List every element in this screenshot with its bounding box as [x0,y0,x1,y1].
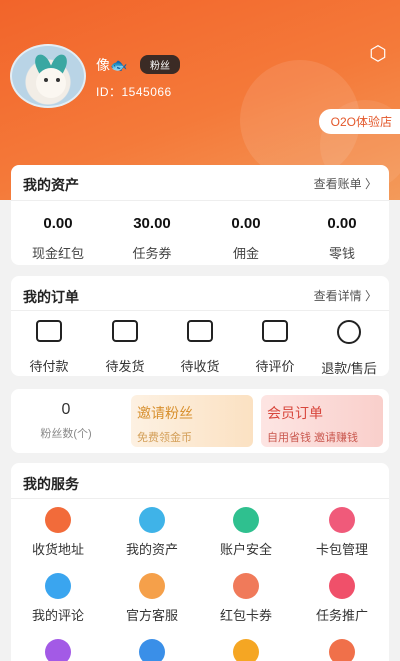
assets-card: 我的资产 查看账单 〉 0.00 现金红包 30.00 任务券 0.00 佣金 … [11,165,389,265]
member-orders-banner[interactable]: 会员订单 自用省钱 邀请赚钱 [261,395,383,447]
service-item[interactable] [11,639,105,661]
fans-label: 粉丝数(个) [40,428,92,440]
services-title: 我的服务 [23,476,79,492]
service-item[interactable]: 任务推广 [295,573,389,624]
service-item[interactable] [105,639,199,661]
asset-label: 任务券 [132,246,172,261]
card-wallet-icon [329,507,355,533]
asset-value: 0.00 [327,215,357,232]
service-item[interactable]: 红包卡券 [199,573,293,624]
red-packet-icon [233,573,259,599]
service-item[interactable]: 官方客服 [105,573,199,624]
edit-icon [262,320,288,342]
fans-count: 0 [61,401,71,418]
money-bag-icon [139,507,165,533]
receive-box-icon [187,320,213,342]
asset-label: 零钱 [328,246,355,261]
o2o-store-button[interactable]: O2O体验店 [318,109,400,134]
order-label: 待发货 [105,359,145,374]
member-subtitle: 自用省钱 邀请赚钱 [267,432,359,444]
service-label: 我的资产 [125,542,178,557]
service-label: 官方客服 [125,608,178,623]
settings-hexagon-icon[interactable]: ⬡ [368,44,388,64]
service-item[interactable]: 我的资产 [105,507,199,558]
service-label: 收货地址 [31,542,84,557]
service-item[interactable]: 卡包管理 [295,507,389,558]
service-item[interactable] [295,639,389,661]
orders-card: 我的订单 查看详情 〉 待付款 待发货 待收货 待评价 退款/售后 [11,276,389,376]
order-pending-receipt[interactable]: 待收货 [162,320,238,375]
asset-value: 0.00 [43,215,73,232]
order-refund[interactable]: 退款/售后 [311,320,387,377]
order-pending-review[interactable]: 待评价 [237,320,313,375]
asset-value: 0.00 [231,215,261,232]
order-label: 待付款 [29,359,69,374]
invite-subtitle: 免费领金币 [137,432,192,444]
service-label: 任务推广 [315,608,368,623]
divider [11,200,389,201]
clock-icon [139,639,165,661]
service-item[interactable]: 收货地址 [11,507,105,558]
asset-commission[interactable]: 0.00 佣金 [199,215,293,262]
service-label: 红包卡券 [219,608,272,623]
refund-icon [337,320,361,344]
invite-title: 邀请粉丝 [137,405,193,421]
diamond-icon [329,573,355,599]
invite-fans-banner[interactable]: 邀请粉丝 免费领金币 [131,395,253,447]
service-label: 我的评论 [31,608,84,623]
service-item[interactable] [199,639,293,661]
view-bill-link[interactable]: 查看账单 〉 [314,175,377,192]
service-item[interactable]: 账户安全 [199,507,293,558]
star-icon [233,639,259,661]
order-label: 待收货 [180,359,220,374]
asset-label: 现金红包 [31,246,84,261]
nickname: 像🐟 [96,57,128,73]
order-pending-payment[interactable]: 待付款 [11,320,87,375]
order-pending-shipment[interactable]: 待发货 [87,320,163,375]
asset-change[interactable]: 0.00 零钱 [295,215,389,262]
asset-value: 30.00 [133,215,171,232]
view-orders-link[interactable]: 查看详情 〉 [314,287,377,304]
location-icon [45,507,71,533]
service-label: 卡包管理 [315,542,368,557]
asset-label: 佣金 [232,246,259,261]
promo-card: 0 粉丝数(个) 邀请粉丝 免费领金币 会员订单 自用省钱 邀请赚钱 [11,389,389,453]
wallet-icon [36,320,62,342]
chat-icon [45,573,71,599]
user-id: ID：1545066 [96,85,172,99]
service-item[interactable]: 我的评论 [11,573,105,624]
package-icon [112,320,138,342]
mail-icon [329,639,355,661]
asset-task-coupon[interactable]: 30.00 任务券 [105,215,199,262]
orders-title: 我的订单 [23,289,79,305]
avatar[interactable] [10,44,86,108]
fans-count-block[interactable]: 0 粉丝数(个) [11,389,121,453]
order-label: 退款/售后 [321,361,377,376]
history-icon [45,639,71,661]
shield-icon [233,507,259,533]
assets-title: 我的资产 [23,177,79,193]
member-title: 会员订单 [267,405,323,421]
asset-cash-redpacket[interactable]: 0.00 现金红包 [11,215,105,262]
order-label: 待评价 [255,359,295,374]
fan-level-badge: 粉丝 [140,55,180,74]
service-label: 账户安全 [219,542,272,557]
customer-service-icon [139,573,165,599]
divider [11,310,389,311]
services-card: 我的服务 收货地址 我的资产 账户安全 卡包管理我的评论 官方客服 红包卡券 任务推广 [11,463,389,661]
divider [11,498,389,499]
